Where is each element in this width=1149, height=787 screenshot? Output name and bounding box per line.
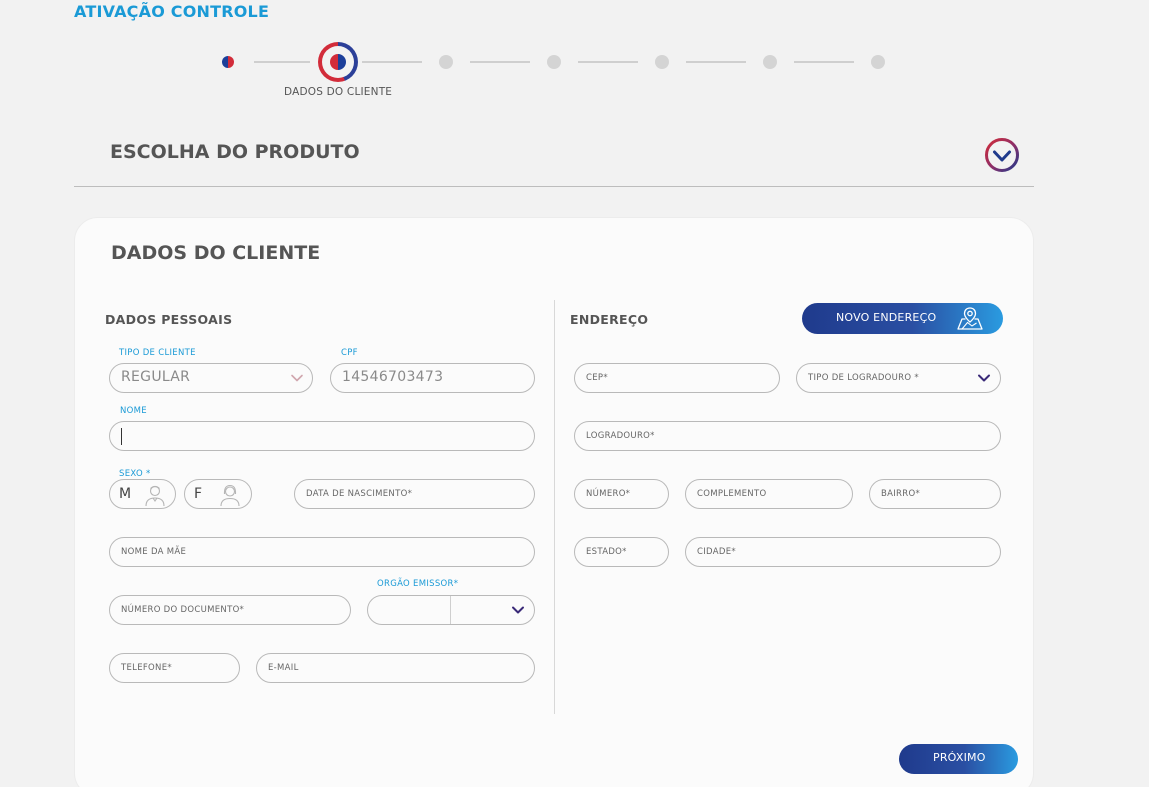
client-data-card: DADOS DO CLIENTE DADOS PESSOAIS TIPO DE … [74,217,1034,787]
chevron-down-icon [512,606,524,614]
street-placeholder: LOGRADOURO* [586,431,655,441]
street-field[interactable]: LOGRADOURO* [574,421,1001,451]
street-type-placeholder: TIPO DE LOGRADOURO * [808,373,919,383]
step-1-done[interactable] [222,56,234,68]
cpf-label: CPF [341,348,358,358]
chevron-down-icon [978,374,990,382]
name-label: NOME [120,406,147,416]
number-field[interactable]: NÚMERO* [574,479,669,509]
product-section-title: ESCOLHA DO PRODUTO [110,141,360,163]
step-3 [439,55,453,69]
expand-product-button[interactable] [984,137,1020,173]
number-placeholder: NÚMERO* [586,489,631,499]
chevron-down-icon [291,374,303,382]
email-field[interactable]: E-MAIL [256,653,535,683]
step-connector [578,61,638,63]
phone-placeholder: TELEFONE* [121,663,172,673]
step-7 [871,55,885,69]
address-section-title: ENDEREÇO [570,312,649,327]
document-number-field[interactable]: NÚMERO DO DOCUMENTO* [109,595,351,625]
client-type-select[interactable]: REGULAR [109,363,313,393]
issuer-select[interactable] [367,595,535,625]
email-placeholder: E-MAIL [268,663,299,673]
map-pin-icon [957,307,983,330]
chevron-down-circle-icon [985,138,1019,172]
step-connector [362,61,422,63]
sex-male-letter: M [119,486,132,502]
neighborhood-field[interactable]: BAIRRO* [869,479,1001,509]
issuer-divider [450,596,451,624]
step-connector [470,61,530,63]
step-5 [655,55,669,69]
column-divider [554,300,555,714]
cpf-value: 14546703473 [342,369,444,385]
cep-field[interactable]: CEP* [574,363,780,393]
new-address-label: NOVO ENDEREÇO [836,311,937,324]
step-4 [547,55,561,69]
step-2-current [318,42,358,82]
document-number-placeholder: NÚMERO DO DOCUMENTO* [121,605,245,615]
step-connector [686,61,746,63]
step-connector [794,61,854,63]
birth-date-placeholder: DATA DE NASCIMENTO* [306,489,413,499]
issuer-label: ORGÃO EMISSOR* [377,579,459,589]
sex-male-option[interactable]: M [109,479,176,509]
cpf-field[interactable]: 14546703473 [330,363,535,393]
next-button-label: PRÓXIMO [933,751,986,764]
step-current-label: DADOS DO CLIENTE [284,86,393,98]
phone-field[interactable]: TELEFONE* [109,653,240,683]
state-field[interactable]: ESTADO* [574,537,669,567]
step-connector [254,61,310,63]
street-type-select[interactable]: TIPO DE LOGRADOURO * [796,363,1001,393]
sex-female-option[interactable]: F [184,479,252,509]
text-cursor [121,428,122,445]
step-6 [763,55,777,69]
mother-name-field[interactable]: NOME DA MÃE [109,537,535,567]
state-placeholder: ESTADO* [586,547,627,557]
page-title: ATIVAÇÃO CONTROLE [74,2,270,21]
sex-label: SEXO * [119,469,151,479]
card-title: DADOS DO CLIENTE [111,242,321,264]
complement-placeholder: COMPLEMENTO [697,489,767,499]
complement-field[interactable]: COMPLEMENTO [685,479,853,509]
female-person-icon [220,484,240,507]
new-address-button[interactable]: NOVO ENDEREÇO [802,303,1003,334]
client-type-value: REGULAR [121,369,191,385]
neighborhood-placeholder: BAIRRO* [881,489,921,499]
city-field[interactable]: CIDADE* [685,537,1001,567]
birth-date-field[interactable]: DATA DE NASCIMENTO* [294,479,535,509]
cep-placeholder: CEP* [586,373,608,383]
next-button[interactable]: PRÓXIMO [899,744,1018,774]
product-section: ESCOLHA DO PRODUTO [74,120,1034,187]
personal-section-title: DADOS PESSOAIS [105,312,233,327]
name-field[interactable] [109,421,535,451]
client-type-label: TIPO DE CLIENTE [119,348,196,358]
mother-name-placeholder: NOME DA MÃE [121,547,187,557]
sex-female-letter: F [194,486,203,502]
city-placeholder: CIDADE* [697,547,736,557]
male-person-icon [145,485,165,507]
progress-stepper: DADOS DO CLIENTE [0,40,1149,110]
